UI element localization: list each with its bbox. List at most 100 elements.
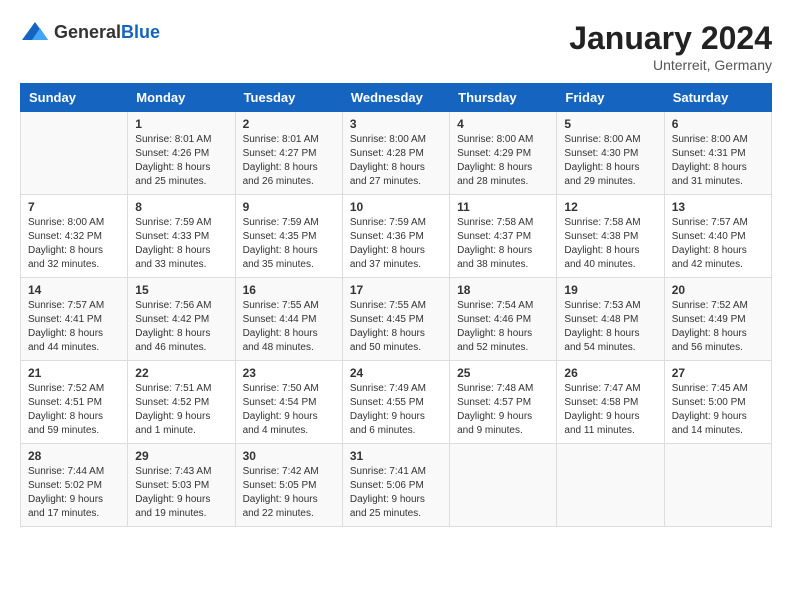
day-info: Sunrise: 7:57 AMSunset: 4:40 PMDaylight:…: [672, 216, 764, 272]
calendar-cell: 15 Sunrise: 7:56 AMSunset: 4:42 PMDayligh…: [128, 278, 235, 361]
day-info: Sunrise: 7:54 AMSunset: 4:46 PMDaylight:…: [457, 299, 549, 355]
day-info: Sunrise: 7:59 AMSunset: 4:33 PMDaylight:…: [135, 216, 227, 272]
calendar-cell: 14Sunrise: 7:57 AMSunset: 4:41 PMDayligh…: [21, 278, 128, 361]
calendar-cell: 3 Sunrise: 8:00 AMSunset: 4:28 PMDaylight…: [342, 112, 449, 195]
day-number: 17: [350, 283, 442, 297]
header-monday: Monday: [128, 84, 235, 112]
day-info: Sunrise: 7:50 AMSunset: 4:54 PMDaylight:…: [243, 382, 335, 438]
calendar-cell: 4 Sunrise: 8:00 AMSunset: 4:29 PMDaylight…: [450, 112, 557, 195]
calendar-cell: 12 Sunrise: 7:58 AMSunset: 4:38 PMDayligh…: [557, 195, 664, 278]
logo-general: General: [54, 22, 121, 42]
logo: GeneralBlue: [20, 20, 160, 44]
day-info: Sunrise: 7:58 AMSunset: 4:38 PMDaylight:…: [564, 216, 656, 272]
day-info: Sunrise: 7:52 AMSunset: 4:49 PMDaylight:…: [672, 299, 764, 355]
day-number: 18: [457, 283, 549, 297]
header-thursday: Thursday: [450, 84, 557, 112]
day-info: Sunrise: 7:53 AMSunset: 4:48 PMDaylight:…: [564, 299, 656, 355]
calendar-cell: 27 Sunrise: 7:45 AMSunset: 5:00 PMDayligh…: [664, 361, 771, 444]
day-number: 14: [28, 283, 120, 297]
calendar-cell: 23 Sunrise: 7:50 AMSunset: 4:54 PMDayligh…: [235, 361, 342, 444]
calendar-cell: 6 Sunrise: 8:00 AMSunset: 4:31 PMDaylight…: [664, 112, 771, 195]
calendar-cell: 5Sunrise: 8:00 AMSunset: 4:30 PMDaylight…: [557, 112, 664, 195]
header-row: Sunday Monday Tuesday Wednesday Thursday…: [21, 84, 772, 112]
calendar-cell: 10 Sunrise: 7:59 AMSunset: 4:36 PMDayligh…: [342, 195, 449, 278]
day-number: 12: [564, 200, 656, 214]
calendar-cell: 20 Sunrise: 7:52 AMSunset: 4:49 PMDayligh…: [664, 278, 771, 361]
header-friday: Friday: [557, 84, 664, 112]
day-number: 31: [350, 449, 442, 463]
header-saturday: Saturday: [664, 84, 771, 112]
calendar-week-1: 7 Sunrise: 8:00 AMSunset: 4:32 PMDaylight…: [21, 195, 772, 278]
calendar-cell: 2Sunrise: 8:01 AMSunset: 4:27 PMDaylight…: [235, 112, 342, 195]
day-info: Sunrise: 7:44 AMSunset: 5:02 PMDaylight:…: [28, 465, 120, 521]
calendar-cell: 21 Sunrise: 7:52 AMSunset: 4:51 PMDayligh…: [21, 361, 128, 444]
day-number: 25: [457, 366, 549, 380]
day-number: 6: [672, 117, 764, 131]
calendar-cell: 25Sunrise: 7:48 AMSunset: 4:57 PMDayligh…: [450, 361, 557, 444]
location-title: Unterreit, Germany: [569, 57, 772, 73]
day-number: 11: [457, 200, 549, 214]
day-info: Sunrise: 7:51 AMSunset: 4:52 PMDaylight:…: [135, 382, 227, 438]
day-info: Sunrise: 7:42 AMSunset: 5:05 PMDaylight:…: [243, 465, 335, 521]
day-info: Sunrise: 8:00 AMSunset: 4:29 PMDaylight:…: [457, 133, 549, 189]
day-number: 23: [243, 366, 335, 380]
day-number: 29: [135, 449, 227, 463]
calendar-cell: 11 Sunrise: 7:58 AMSunset: 4:37 PMDayligh…: [450, 195, 557, 278]
day-info: Sunrise: 7:56 AMSunset: 4:42 PMDaylight:…: [135, 299, 227, 355]
logo-icon: [20, 20, 50, 44]
calendar-week-0: 1Sunrise: 8:01 AMSunset: 4:26 PMDaylight…: [21, 112, 772, 195]
day-number: 2: [243, 117, 335, 131]
header-wednesday: Wednesday: [342, 84, 449, 112]
month-title: January 2024: [569, 20, 772, 57]
logo-blue: Blue: [121, 22, 160, 42]
day-number: 30: [243, 449, 335, 463]
calendar-table: Sunday Monday Tuesday Wednesday Thursday…: [20, 83, 772, 527]
calendar-cell: 19 Sunrise: 7:53 AMSunset: 4:48 PMDayligh…: [557, 278, 664, 361]
calendar-cell: 13Sunrise: 7:57 AMSunset: 4:40 PMDayligh…: [664, 195, 771, 278]
calendar-cell: 18 Sunrise: 7:54 AMSunset: 4:46 PMDayligh…: [450, 278, 557, 361]
day-number: 21: [28, 366, 120, 380]
day-number: 15: [135, 283, 227, 297]
calendar-cell: 8Sunrise: 7:59 AMSunset: 4:33 PMDaylight…: [128, 195, 235, 278]
title-block: January 2024 Unterreit, Germany: [569, 20, 772, 73]
calendar-cell: [21, 112, 128, 195]
day-number: 7: [28, 200, 120, 214]
calendar-cell: [450, 444, 557, 527]
page-header: GeneralBlue January 2024 Unterreit, Germ…: [20, 20, 772, 73]
day-info: Sunrise: 7:59 AMSunset: 4:36 PMDaylight:…: [350, 216, 442, 272]
calendar-cell: 9 Sunrise: 7:59 AMSunset: 4:35 PMDaylight…: [235, 195, 342, 278]
day-number: 3: [350, 117, 442, 131]
day-info: Sunrise: 7:55 AMSunset: 4:44 PMDaylight:…: [243, 299, 335, 355]
calendar-cell: 17 Sunrise: 7:55 AMSunset: 4:45 PMDayligh…: [342, 278, 449, 361]
day-info: Sunrise: 7:55 AMSunset: 4:45 PMDaylight:…: [350, 299, 442, 355]
day-info: Sunrise: 8:00 AMSunset: 4:31 PMDaylight:…: [672, 133, 764, 189]
day-info: Sunrise: 7:58 AMSunset: 4:37 PMDaylight:…: [457, 216, 549, 272]
calendar-header: Sunday Monday Tuesday Wednesday Thursday…: [21, 84, 772, 112]
day-number: 20: [672, 283, 764, 297]
calendar-cell: 29 Sunrise: 7:43 AMSunset: 5:03 PMDayligh…: [128, 444, 235, 527]
calendar-week-3: 21 Sunrise: 7:52 AMSunset: 4:51 PMDayligh…: [21, 361, 772, 444]
day-number: 9: [243, 200, 335, 214]
calendar-cell: [664, 444, 771, 527]
day-number: 27: [672, 366, 764, 380]
calendar-cell: 31Sunrise: 7:41 AMSunset: 5:06 PMDayligh…: [342, 444, 449, 527]
day-number: 5: [564, 117, 656, 131]
day-number: 22: [135, 366, 227, 380]
day-info: Sunrise: 7:49 AMSunset: 4:55 PMDaylight:…: [350, 382, 442, 438]
day-number: 10: [350, 200, 442, 214]
day-number: 19: [564, 283, 656, 297]
calendar-cell: 26Sunrise: 7:47 AMSunset: 4:58 PMDayligh…: [557, 361, 664, 444]
day-info: Sunrise: 7:43 AMSunset: 5:03 PMDaylight:…: [135, 465, 227, 521]
calendar-cell: 28Sunrise: 7:44 AMSunset: 5:02 PMDayligh…: [21, 444, 128, 527]
day-info: Sunrise: 8:00 AMSunset: 4:28 PMDaylight:…: [350, 133, 442, 189]
calendar-cell: 7 Sunrise: 8:00 AMSunset: 4:32 PMDaylight…: [21, 195, 128, 278]
header-tuesday: Tuesday: [235, 84, 342, 112]
calendar-body: 1Sunrise: 8:01 AMSunset: 4:26 PMDaylight…: [21, 112, 772, 527]
day-number: 4: [457, 117, 549, 131]
day-info: Sunrise: 7:59 AMSunset: 4:35 PMDaylight:…: [243, 216, 335, 272]
day-info: Sunrise: 8:00 AMSunset: 4:32 PMDaylight:…: [28, 216, 120, 272]
day-number: 16: [243, 283, 335, 297]
header-sunday: Sunday: [21, 84, 128, 112]
day-info: Sunrise: 7:52 AMSunset: 4:51 PMDaylight:…: [28, 382, 120, 438]
day-info: Sunrise: 7:45 AMSunset: 5:00 PMDaylight:…: [672, 382, 764, 438]
